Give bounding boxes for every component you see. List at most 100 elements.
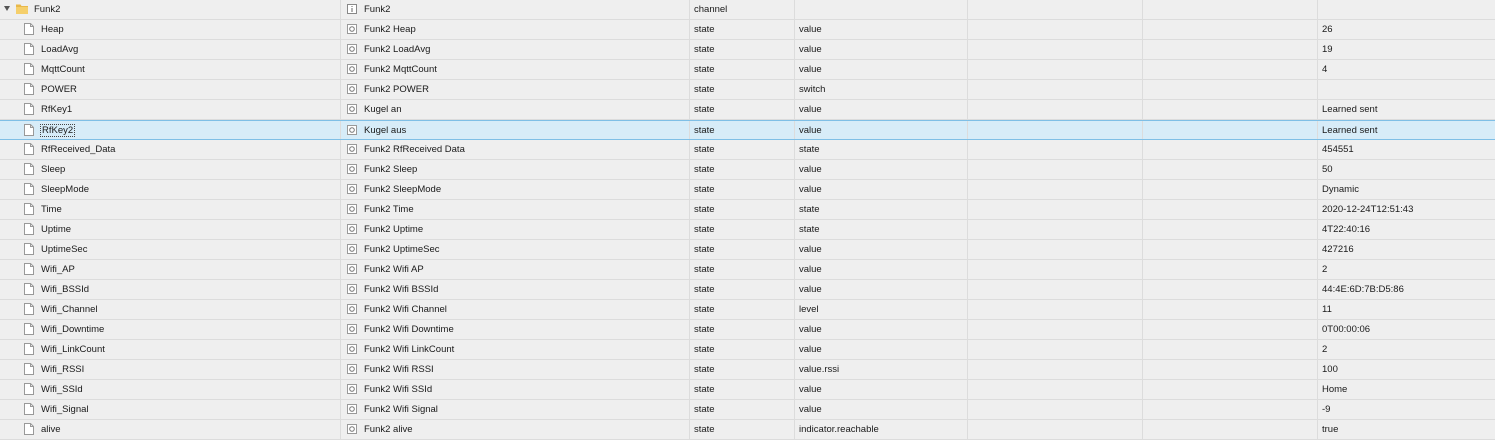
name-cell: Funk2 RfReceived Data (341, 140, 689, 159)
name-label: Funk2 RfReceived Data (364, 144, 465, 155)
role-cell: value (799, 24, 822, 35)
name-cell: Funk2 Wifi LinkCount (341, 340, 689, 359)
tree-label-text: Wifi_Channel (41, 304, 98, 315)
tree-label-text: Wifi_RSSI (41, 364, 85, 375)
empty-cell (968, 40, 1142, 59)
tree-row-rfreceived-data[interactable]: RfReceived_Data Funk2 RfReceived Data st… (0, 140, 1495, 160)
role-cell: switch (799, 84, 826, 95)
chevron-down-icon[interactable] (4, 6, 10, 11)
tree-row-wifi-ap[interactable]: Wifi_AP Funk2 Wifi AP state value 2 (0, 260, 1495, 280)
file-icon (24, 363, 34, 375)
empty-cell (1143, 80, 1317, 99)
type-cell: state (694, 384, 715, 395)
empty-cell (968, 240, 1142, 259)
type-cell: state (694, 324, 715, 335)
name-cell: Funk2 (341, 0, 689, 19)
tree-row-power[interactable]: POWER Funk2 POWER state switch (0, 80, 1495, 100)
tree-label: Wifi_Downtime (41, 320, 104, 339)
tree-label-text: Wifi_AP (41, 264, 75, 275)
tree-cell: MqttCount (0, 60, 340, 79)
name-cell: Funk2 Heap (341, 20, 689, 39)
value-cell: 0T00:00:06 (1322, 324, 1371, 335)
name-cell: Funk2 MqttCount (341, 60, 689, 79)
tree-label-text: Wifi_SSId (41, 384, 83, 395)
name-cell: Funk2 Wifi AP (341, 260, 689, 279)
tree-row-wifi-bssid[interactable]: Wifi_BSSId Funk2 Wifi BSSId state value … (0, 280, 1495, 300)
value-cell: -9 (1322, 404, 1331, 415)
tree-row-uptime[interactable]: Uptime Funk2 Uptime state state 4T22:40:… (0, 220, 1495, 240)
file-icon (24, 124, 34, 136)
file-icon (24, 183, 34, 195)
value-cell: 26 (1322, 24, 1333, 35)
type-cell: state (694, 304, 715, 315)
value-cell: 19 (1322, 44, 1333, 55)
tree-row-wifi-ssid[interactable]: Wifi_SSId Funk2 Wifi SSId state value Ho… (0, 380, 1495, 400)
tree-label: Heap (41, 20, 64, 39)
name-cell: Funk2 Wifi Signal (341, 400, 689, 419)
role-cell: state (799, 144, 820, 155)
empty-cell (1143, 20, 1317, 39)
tree-cell: LoadAvg (0, 40, 340, 59)
state-gear-icon (347, 384, 357, 394)
state-gear-icon (347, 64, 357, 74)
tree-row-sleepmode[interactable]: SleepMode Funk2 SleepMode state value Dy… (0, 180, 1495, 200)
tree-label: Wifi_Channel (41, 300, 98, 319)
tree-row-alive[interactable]: alive Funk2 alive state indicator.reacha… (0, 420, 1495, 440)
name-cell: Funk2 Wifi SSId (341, 380, 689, 399)
tree-row-rfkey2[interactable]: RfKey2 Kugel aus state value Learned sen… (0, 120, 1495, 140)
tree-row-loadavg[interactable]: LoadAvg Funk2 LoadAvg state value 19 (0, 40, 1495, 60)
empty-cell (1143, 400, 1317, 419)
name-label: Funk2 Heap (364, 24, 416, 35)
name-label: Funk2 Wifi Channel (364, 304, 447, 315)
tree-row-heap[interactable]: Heap Funk2 Heap state value 26 (0, 20, 1495, 40)
type-cell: state (694, 404, 715, 415)
value-cell: 100 (1322, 364, 1338, 375)
state-gear-icon (347, 125, 357, 135)
empty-cell (1143, 0, 1317, 19)
name-cell: Funk2 Uptime (341, 220, 689, 239)
value-cell (1318, 0, 1495, 19)
type-cell: state (694, 164, 715, 175)
tree-row-wifi-rssi[interactable]: Wifi_RSSI Funk2 Wifi RSSI state value.rs… (0, 360, 1495, 380)
value-cell: 427216 (1322, 244, 1354, 255)
tree-label: SleepMode (41, 180, 89, 199)
tree-row-mqttcount[interactable]: MqttCount Funk2 MqttCount state value 4 (0, 60, 1495, 80)
tree-row-uptimesec[interactable]: UptimeSec Funk2 UptimeSec state value 42… (0, 240, 1495, 260)
role-cell: value (799, 64, 822, 75)
tree-row-channel[interactable]: Funk2 Funk2 channel (0, 0, 1495, 20)
tree-label: Wifi_Signal (41, 400, 89, 419)
tree-row-rfkey1[interactable]: RfKey1 Kugel an state value Learned sent (0, 100, 1495, 120)
tree-cell: POWER (0, 80, 340, 99)
name-label: Funk2 Uptime (364, 224, 424, 235)
tree-cell: Funk2 (0, 0, 340, 19)
tree-row-wifi-linkcount[interactable]: Wifi_LinkCount Funk2 Wifi LinkCount stat… (0, 340, 1495, 360)
tree-label-text: Uptime (41, 224, 72, 235)
tree-row-time[interactable]: Time Funk2 Time state state 2020-12-24T1… (0, 200, 1495, 220)
tree-row-sleep[interactable]: Sleep Funk2 Sleep state value 50 (0, 160, 1495, 180)
empty-cell (968, 20, 1142, 39)
name-label: Funk2 Time (364, 204, 414, 215)
name-label: Funk2 (364, 4, 391, 15)
empty-cell (968, 160, 1142, 179)
name-cell: Funk2 Time (341, 200, 689, 219)
tree-cell: Sleep (0, 160, 340, 179)
type-cell: state (694, 344, 715, 355)
empty-cell (968, 0, 1142, 19)
value-cell: Dynamic (1322, 184, 1359, 195)
role-cell: value (799, 324, 822, 335)
name-cell: Funk2 alive (341, 420, 689, 439)
tree-row-wifi-signal[interactable]: Wifi_Signal Funk2 Wifi Signal state valu… (0, 400, 1495, 420)
name-label: Funk2 Wifi LinkCount (364, 344, 455, 355)
tree-row-wifi-channel[interactable]: Wifi_Channel Funk2 Wifi Channel state le… (0, 300, 1495, 320)
tree-label: Uptime (41, 220, 71, 239)
value-cell: Learned sent (1322, 104, 1378, 115)
tree-row-wifi-downtime[interactable]: Wifi_Downtime Funk2 Wifi Downtime state … (0, 320, 1495, 340)
tree-cell: Wifi_Signal (0, 400, 340, 419)
tree-cell: Wifi_Downtime (0, 320, 340, 339)
role-cell: value (799, 184, 822, 195)
tree-cell: Time (0, 200, 340, 219)
name-label: Funk2 Wifi Downtime (364, 324, 454, 335)
value-cell: 50 (1322, 164, 1333, 175)
tree-cell: Wifi_Channel (0, 300, 340, 319)
name-cell: Funk2 Wifi BSSId (341, 280, 689, 299)
